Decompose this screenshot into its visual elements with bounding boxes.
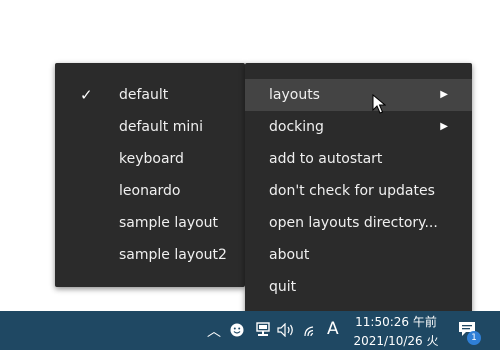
layout-item-keyboard[interactable]: keyboard [55,143,245,175]
layout-item-leonardo[interactable]: leonardo [55,175,245,207]
menu-item-label: docking [269,119,324,135]
volume-icon[interactable] [277,323,295,337]
notification-badge: 1 [467,331,481,345]
layout-item-label: default mini [119,119,203,135]
chevron-right-icon: ▶ [440,89,448,100]
network-icon[interactable] [254,322,272,338]
smiley-icon[interactable] [230,323,244,337]
menu-item-quit[interactable]: quit [245,271,472,303]
taskbar: ︿ A 11:50:26 午前 2021/10/26 火 [0,311,500,350]
layout-item-label: sample layout [119,215,219,231]
wifi-icon[interactable] [303,323,319,337]
layouts-submenu: ✓ default default mini keyboard leonardo… [55,63,245,287]
menu-item-layouts[interactable]: layouts ▶ [245,79,472,111]
clock-date: 2021/10/26 火 [353,334,439,348]
layout-item-sample-layout2[interactable]: sample layout2 [55,239,245,271]
menu-item-docking[interactable]: docking ▶ [245,111,472,143]
menu-item-add-to-autostart[interactable]: add to autostart [245,143,472,175]
layout-item-label: leonardo [119,183,181,199]
cursor-icon [372,94,386,114]
clock-time: 11:50:26 午前 [355,315,437,329]
menu-item-dont-check-updates[interactable]: don't check for updates [245,175,472,207]
menu-item-label: don't check for updates [269,183,435,199]
layout-item-label: default [119,87,169,103]
layout-item-sample-layout[interactable]: sample layout [55,207,245,239]
tray-context-menu: layouts ▶ docking ▶ add to autostart don… [245,63,472,319]
menu-item-label: layouts [269,87,320,103]
layout-item-label: sample layout2 [119,247,227,263]
layout-item-default-mini[interactable]: default mini [55,111,245,143]
menu-item-label: open layouts directory... [269,215,438,231]
taskbar-clock[interactable]: 11:50:26 午前 2021/10/26 火 [344,311,448,350]
layout-item-label: keyboard [119,151,184,167]
menu-item-label: quit [269,279,297,295]
check-icon: ✓ [80,86,93,104]
chevron-up-icon[interactable]: ︿ [207,321,221,341]
layout-item-default[interactable]: ✓ default [55,79,245,111]
menu-item-label: add to autostart [269,151,383,167]
chevron-right-icon: ▶ [440,121,448,132]
menu-item-about[interactable]: about [245,239,472,271]
menu-item-open-layouts-directory[interactable]: open layouts directory... [245,207,472,239]
menu-item-label: about [269,247,310,263]
ime-indicator[interactable]: A [327,319,339,339]
